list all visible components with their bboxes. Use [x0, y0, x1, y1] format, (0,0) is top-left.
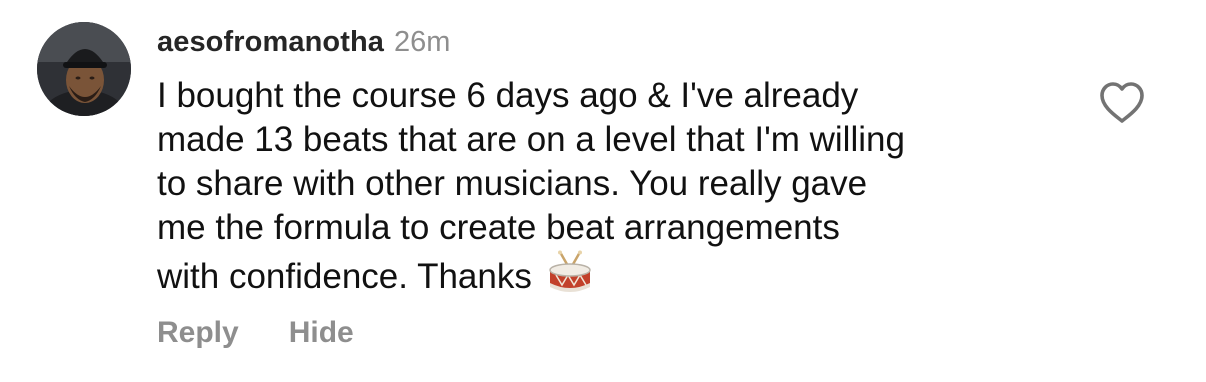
heart-outline-icon: [1100, 82, 1144, 123]
comment-text-line: to share with other musicians. You reall…: [157, 164, 868, 203]
comment: aesofromanotha 26m I bought the course 6…: [0, 0, 1206, 382]
comment-text-line-final: with confidence. Thanks: [157, 257, 532, 296]
comment-text: I bought the course 6 days ago & I've al…: [157, 74, 1037, 299]
comment-text-line: I bought the course 6 days ago & I've al…: [157, 76, 859, 115]
comment-text-line: me the formula to create beat arrangemen…: [157, 208, 840, 247]
hide-button[interactable]: Hide: [289, 316, 354, 350]
comment-text-line-last: with confidence. Thanks: [157, 250, 1037, 299]
drum-emoji-icon: [549, 250, 591, 292]
timestamp: 26m: [394, 26, 451, 58]
avatar[interactable]: [37, 22, 131, 116]
like-button[interactable]: [1098, 80, 1146, 126]
comment-actions: Reply Hide: [157, 316, 354, 350]
comment-header: aesofromanotha 26m: [157, 26, 1057, 62]
reply-button[interactable]: Reply: [157, 316, 239, 350]
avatar-image: [37, 22, 131, 116]
username[interactable]: aesofromanotha: [157, 26, 384, 59]
comment-text-line: made 13 beats that are on a level that I…: [157, 120, 905, 159]
comment-body: aesofromanotha 26m I bought the course 6…: [157, 26, 1057, 299]
